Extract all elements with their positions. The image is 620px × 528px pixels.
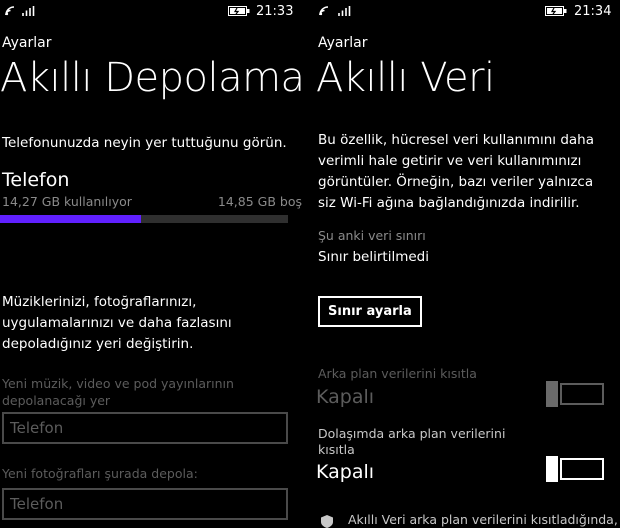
roaming-restrict-label-2: kısıtla [318,442,355,457]
wifi-icon [338,6,351,16]
bg-restrict-toggle[interactable] [546,381,604,407]
storage-progress-bar [0,215,288,223]
toggle-track [560,383,604,405]
roaming-restrict-label-1: Dolaşımda arka plan verilerini [318,426,506,441]
set-limit-button[interactable]: Sınır ayarla [318,296,422,327]
battery-icon [545,6,567,16]
battery-icon [228,6,250,16]
toggle-track [560,458,604,480]
photo-store-select[interactable]: Telefon [2,488,288,520]
smart-data-screen: 21:34 Ayarlar Akıllı Veri Bu özellik, hü… [310,0,620,528]
toggle-knob [546,456,558,482]
storage-progress-fill [0,215,142,223]
roaming-restrict-toggle[interactable] [546,456,604,482]
change-location-text: Müziklerinizi, fotoğraflarınızı, uygulam… [2,294,232,352]
toggle-knob [546,381,558,407]
storage-device-label[interactable]: Telefon [2,169,69,191]
storage-used-text: 14,27 GB kullanılıyor [2,194,132,209]
photo-store-label: Yeni fotoğrafları şurada depola: [2,466,198,481]
signal-icon [5,6,15,16]
shield-icon [321,515,333,528]
data-limit-value: Sınır belirtilmedi [318,249,429,265]
storage-description: Telefonunuzda neyin yer tuttuğunu görün. [2,135,287,151]
page-title: Akıllı Depolama [0,55,304,101]
data-limit-label: Şu anki veri sınırı [318,228,426,243]
app-title: Ayarlar [318,35,368,51]
media-store-select[interactable]: Telefon [2,412,288,444]
photo-store-value: Telefon [10,495,64,513]
media-store-value: Telefon [10,419,64,437]
status-time: 21:33 [256,4,294,19]
bg-restrict-state: Kapalı [316,386,375,408]
page-title: Akıllı Veri [316,55,495,101]
bg-restrict-label: Arka plan verilerini kısıtla [318,366,477,381]
signal-icon [319,6,329,16]
footer-text: Akıllı Veri arka plan verilerini kısıtla… [348,512,618,527]
roaming-restrict-state: Kapalı [316,461,375,483]
app-title: Ayarlar [2,35,52,51]
smart-storage-screen: 21:33 Ayarlar Akıllı Depolama Telefonunu… [0,0,304,528]
media-store-label: Yeni müzik, video ve pod yayınlarının de… [2,376,234,408]
wifi-icon [22,6,35,16]
smart-data-description: Bu özellik, hücresel veri kullanımını da… [318,132,594,211]
storage-free-text: 14,85 GB boş [217,194,302,209]
status-time: 21:34 [574,4,612,19]
